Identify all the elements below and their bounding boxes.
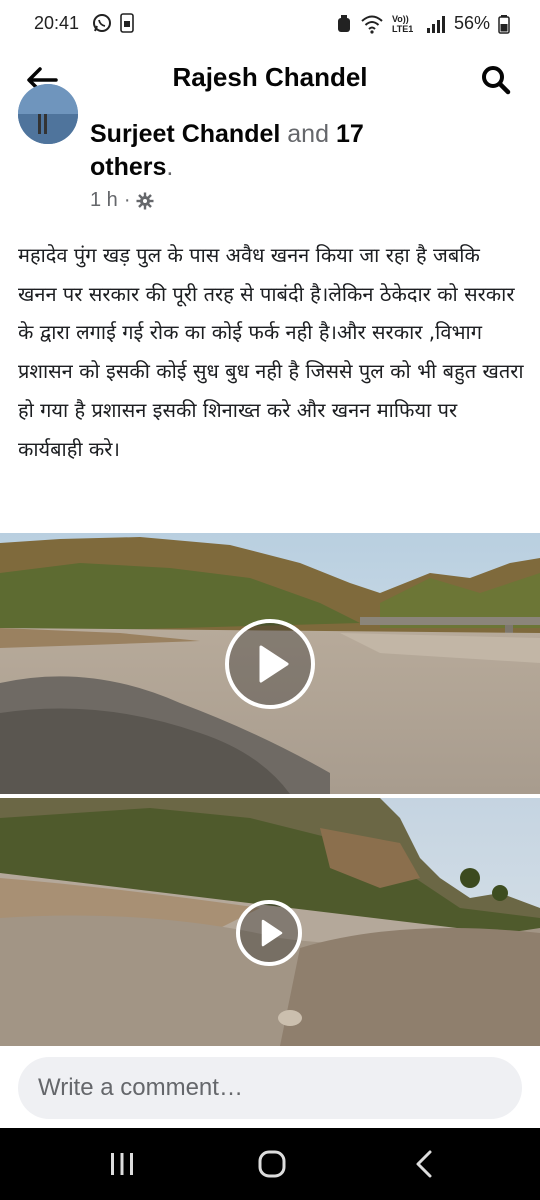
signal-icon [426, 15, 445, 33]
search-button[interactable] [476, 60, 516, 100]
period-text: . [166, 153, 174, 181]
status-left-icons [92, 13, 134, 33]
play-icon [259, 645, 289, 683]
and-text: and [280, 120, 336, 148]
play-icon [261, 919, 283, 947]
back-nav-button[interactable] [402, 1144, 446, 1184]
post-text: महादेव पुंग खड़ पुल के पास अवैध खनन किया… [18, 243, 524, 461]
meta-separator: · [123, 189, 131, 211]
page-title: Rajesh Chandel [172, 62, 368, 92]
status-right-icons: Vo)) LTE1 56% [336, 13, 510, 34]
status-bar: 20:41 Vo)) LTE1 56% [0, 0, 540, 48]
comment-bar [0, 1046, 540, 1128]
play-button[interactable] [225, 619, 315, 709]
post-authors: Surjeet Chandel and 17 others. [90, 118, 510, 184]
whatsapp-icon [93, 14, 111, 32]
others-link[interactable]: others [90, 153, 166, 181]
wifi-icon [361, 15, 383, 34]
others-count[interactable]: 17 [336, 120, 364, 148]
author-avatar[interactable] [18, 84, 78, 144]
system-nav-bar [0, 1128, 540, 1200]
alarm-icon [337, 14, 350, 32]
volte-icon: Vo)) LTE1 [391, 13, 414, 34]
app-header: Rajesh Chandel [0, 48, 540, 110]
back-icon [416, 1150, 432, 1178]
recent-apps-icon [111, 1153, 133, 1175]
status-time: 20:41 [34, 13, 80, 33]
video-2[interactable] [0, 798, 540, 1046]
battery-percent: 56% [453, 13, 490, 33]
video-1[interactable] [0, 533, 540, 794]
post-meta: 1 h · [90, 189, 154, 212]
author-name-link[interactable]: Surjeet Chandel [90, 120, 280, 148]
home-icon [258, 1150, 286, 1178]
post-time[interactable]: 1 h [90, 189, 118, 212]
sim-icon [120, 13, 134, 33]
gear-icon [136, 192, 154, 209]
battery-icon [498, 14, 510, 34]
search-icon [482, 66, 511, 95]
comment-input[interactable] [18, 1057, 522, 1119]
home-button[interactable] [250, 1144, 294, 1184]
recent-apps-button[interactable] [100, 1144, 144, 1184]
play-button[interactable] [236, 900, 302, 966]
